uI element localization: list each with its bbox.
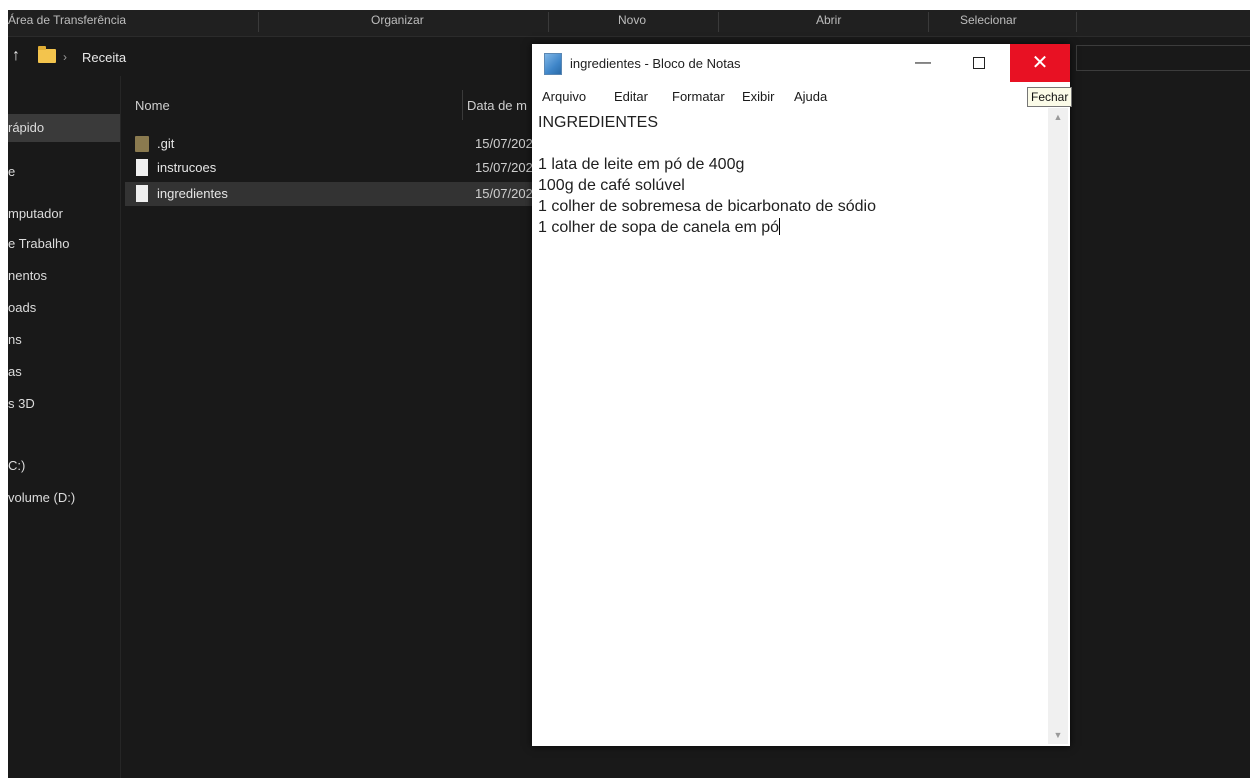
- file-name: instrucoes: [157, 160, 217, 175]
- nav-item-images[interactable]: ns: [8, 332, 22, 347]
- column-header-date[interactable]: Data de m: [467, 98, 527, 113]
- menu-ajuda[interactable]: Ajuda: [794, 89, 827, 104]
- ribbon-separator: [258, 12, 259, 32]
- nav-item-desktop[interactable]: e Trabalho: [8, 236, 69, 251]
- scroll-down-arrow-icon[interactable]: ▼: [1048, 726, 1068, 744]
- notepad-app-icon[interactable]: [544, 53, 562, 75]
- scroll-up-arrow-icon[interactable]: ▲: [1048, 108, 1068, 126]
- ribbon-separator: [928, 12, 929, 32]
- file-row-git[interactable]: .git 15/07/202: [125, 132, 545, 156]
- nav-item-label: s 3D: [8, 396, 35, 411]
- close-button[interactable]: ✕: [1010, 44, 1070, 82]
- ribbon-separator: [548, 12, 549, 32]
- nav-item-label: oads: [8, 300, 37, 315]
- close-icon: ✕: [1031, 52, 1049, 74]
- nav-item-music[interactable]: as: [8, 364, 22, 379]
- minimize-icon: —: [915, 54, 931, 71]
- file-name: .git: [157, 136, 175, 151]
- ribbon-group-select[interactable]: Selecionar: [960, 13, 1017, 27]
- menu-arquivo[interactable]: Arquivo: [542, 89, 586, 104]
- ribbon-separator: [1076, 12, 1077, 32]
- breadcrumb-receita[interactable]: Receita: [82, 50, 126, 65]
- ribbon-group-open[interactable]: Abrir: [816, 13, 841, 27]
- text-line-last: 1 colher de sopa de canela em pó: [538, 217, 1046, 238]
- nav-item-drive-c[interactable]: C:): [8, 458, 25, 473]
- text-line: 100g de café solúvel: [538, 177, 685, 194]
- folder-icon: [135, 136, 149, 152]
- ribbon-separator: [718, 12, 719, 32]
- menu-bar: Arquivo Editar Formatar Exibir Ajuda: [532, 86, 1070, 108]
- chevron-right-icon[interactable]: ›: [63, 50, 67, 64]
- search-field[interactable]: [1076, 45, 1250, 71]
- folder-icon: [38, 46, 56, 63]
- text-line-content: 1 colher de sopa de canela em pó: [538, 219, 780, 236]
- ribbon-bar: Área de Transferência Organizar Novo Abr…: [8, 10, 1250, 37]
- notepad-titlebar[interactable]: ingredientes - Bloco de Notas — ✕: [532, 44, 1070, 82]
- text-line: INGREDIENTES: [538, 114, 659, 131]
- nav-item-label: e: [8, 164, 16, 179]
- menu-editar[interactable]: Editar: [614, 89, 648, 104]
- nav-item-drive-d[interactable]: volume (D:): [8, 490, 75, 505]
- column-divider[interactable]: [462, 90, 463, 120]
- file-row-instrucoes[interactable]: instrucoes 15/07/202: [125, 156, 545, 180]
- nav-item-3d-objects[interactable]: s 3D: [8, 396, 35, 411]
- maximize-icon: [973, 56, 985, 69]
- up-arrow-icon[interactable]: ↑: [12, 47, 28, 65]
- ribbon-group-new[interactable]: Novo: [618, 13, 646, 27]
- vertical-scrollbar[interactable]: ▲ ▼: [1048, 108, 1068, 744]
- text-file-icon: [136, 185, 148, 202]
- file-name: ingredientes: [157, 186, 228, 201]
- nav-item-label: e Trabalho: [8, 236, 70, 251]
- top-edge-strip: [0, 0, 1250, 10]
- nav-item-label: rápido: [8, 120, 45, 135]
- menu-exibir[interactable]: Exibir: [742, 89, 775, 104]
- nav-item-documents[interactable]: nentos: [8, 268, 47, 283]
- text-line: [538, 133, 1046, 154]
- file-row-ingredientes[interactable]: ingredientes 15/07/202: [125, 182, 545, 206]
- close-tooltip: Fechar: [1027, 87, 1073, 107]
- text-line: 1 colher de sobremesa de bicarbonato de …: [538, 198, 876, 215]
- menu-formatar[interactable]: Formatar: [672, 89, 725, 104]
- nav-item-label: mputador: [8, 206, 63, 221]
- window-title: ingredientes - Bloco de Notas: [570, 56, 741, 71]
- text-file-icon: [136, 159, 148, 176]
- nav-item-onedrive[interactable]: e: [8, 164, 15, 179]
- nav-item-label: C:): [8, 458, 26, 473]
- nav-item-this-pc[interactable]: mputador: [8, 206, 63, 221]
- nav-item-label: nentos: [8, 268, 48, 283]
- maximize-button[interactable]: [956, 44, 1002, 82]
- notepad-window: ingredientes - Bloco de Notas — ✕ Arquiv…: [532, 44, 1070, 746]
- nav-item-downloads[interactable]: oads: [8, 300, 36, 315]
- text-line: 1 lata de leite em pó de 400g: [538, 156, 745, 173]
- nav-item-label: volume (D:): [8, 490, 76, 505]
- column-header-name[interactable]: Nome: [135, 98, 170, 113]
- text-editor-area[interactable]: INGREDIENTES 1 lata de leite em pó de 40…: [538, 112, 1046, 742]
- ribbon-group-organize[interactable]: Organizar: [371, 13, 424, 27]
- ribbon-group-clipboard[interactable]: Área de Transferência: [8, 13, 126, 27]
- nav-item-quick-access[interactable]: rápido: [8, 114, 120, 142]
- nav-item-label: ns: [8, 332, 22, 347]
- text-caret: [779, 218, 781, 235]
- nav-item-label: as: [8, 364, 22, 379]
- navigation-pane: rápido e mputador e Trabalho nentos oads…: [8, 76, 121, 778]
- minimize-button[interactable]: —: [900, 44, 946, 82]
